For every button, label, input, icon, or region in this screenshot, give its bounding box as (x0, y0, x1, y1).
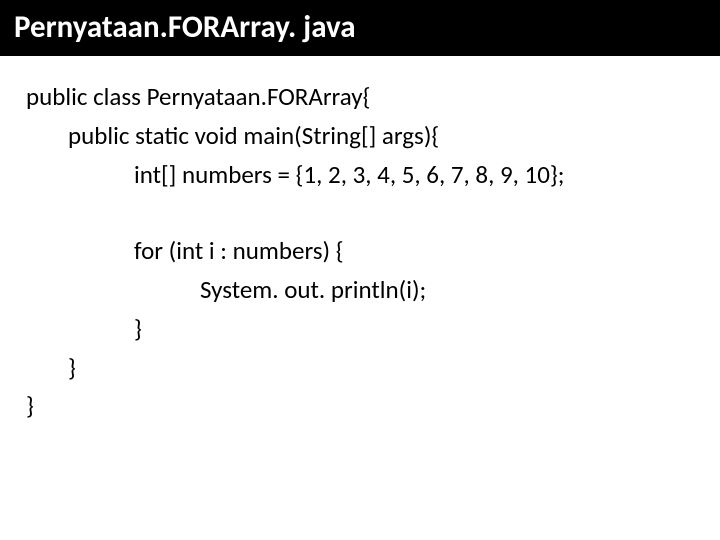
slide-title: Pernyataan.FORArray. java (0, 0, 720, 56)
code-line: public static void main(String[] args){ (26, 117, 694, 156)
code-line: System. out. println(i); (26, 271, 694, 310)
code-line: } (26, 387, 694, 426)
code-line: } (26, 310, 694, 349)
code-line: public class Pernyataan.FORArray{ (26, 78, 694, 117)
code-line: } (26, 349, 694, 388)
slide: Pernyataan.FORArray. java public class P… (0, 0, 720, 540)
code-line: int[] numbers = {1, 2, 3, 4, 5, 6, 7, 8,… (26, 156, 694, 195)
blank-line (26, 194, 694, 232)
code-block: public class Pernyataan.FORArray{ public… (0, 56, 720, 426)
code-line: for (int i : numbers) { (26, 232, 694, 271)
